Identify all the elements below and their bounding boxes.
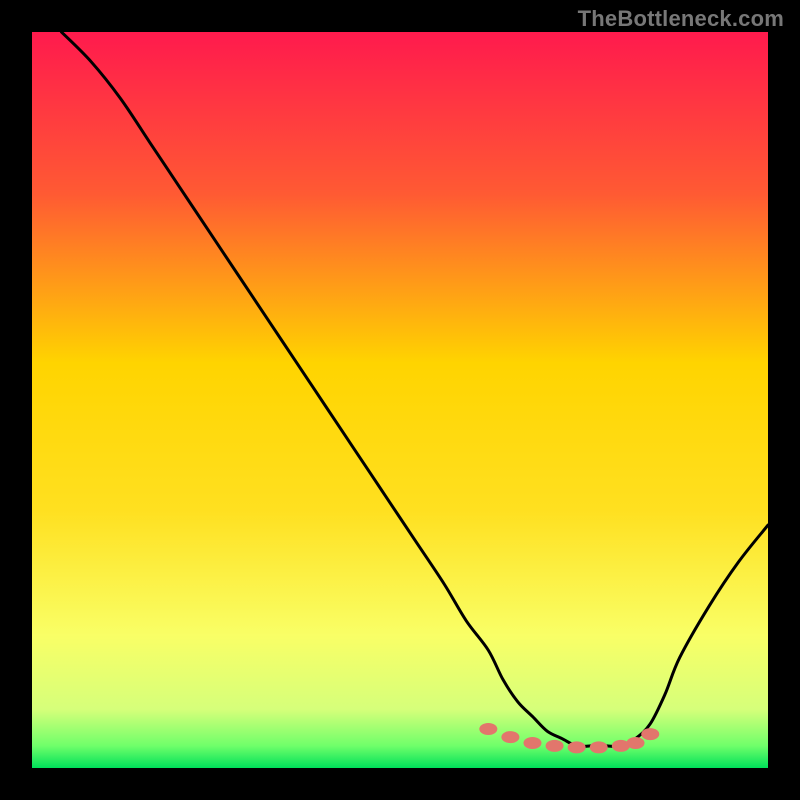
optimal-dot: [590, 741, 608, 753]
optimal-dot: [501, 731, 519, 743]
chart-frame: [32, 32, 768, 768]
optimal-dot: [546, 740, 564, 752]
optimal-dot: [523, 737, 541, 749]
bottleneck-curve-chart: [32, 32, 768, 768]
optimal-dot: [627, 737, 645, 749]
optimal-dot: [568, 741, 586, 753]
watermark-text: TheBottleneck.com: [578, 6, 784, 32]
optimal-dot: [479, 723, 497, 735]
optimal-dot: [641, 728, 659, 740]
gradient-background: [32, 32, 768, 768]
